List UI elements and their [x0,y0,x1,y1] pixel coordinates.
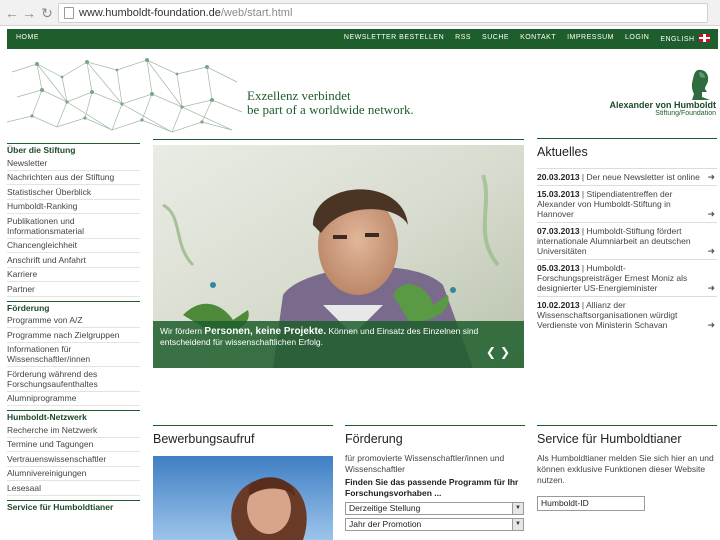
hero-divider [153,139,524,140]
news-item[interactable]: 15.03.2013 | Stipendiatentreffen der Ale… [537,185,717,222]
nav-home[interactable]: HOME [16,34,39,41]
url-path: /web/start.html [220,7,293,19]
sidebar-item-trust-scientists[interactable]: Vertrauenswissenschaftler [7,452,140,467]
uk-flag-icon [699,34,710,42]
sidebar-item-address[interactable]: Anschrift und Anfahrt [7,253,140,268]
doctorate-year-select[interactable]: Jahr der Promotion ▼ [345,518,524,531]
tagline-line2: be part of a worldwide network. [247,102,414,117]
hero-slideshow[interactable]: Wir fördern Personen, keine Projekte. Kö… [153,145,524,368]
nav-english[interactable]: ENGLISH [660,34,710,43]
chevron-down-icon: ▼ [512,519,523,530]
sidebar-item-programs-target[interactable]: Programme nach Zielgruppen [7,328,140,343]
sidebar-item-alumni-programs[interactable]: Alumniprogramme [7,392,140,406]
hero-caption-prefix: Wir fördern [160,326,205,336]
foundation-logo[interactable]: Alexander von Humboldt Stiftung/Foundati… [596,68,716,117]
sidebar-item-info-scientists[interactable]: Informationen für Wissenschaftler/innen [7,343,140,367]
sidebar-item-statistics[interactable]: Statistischer Überblick [7,185,140,200]
position-select-value: Derzeitige Stellung [349,503,421,513]
news-date: 10.02.2013 [537,300,580,310]
chevron-down-icon: ▼ [512,503,523,514]
arrow-right-icon[interactable]: ➜ [707,209,715,219]
nav-newsletter[interactable]: NEWSLETTER BESTELLEN [344,34,444,43]
position-select[interactable]: Derzeitige Stellung ▼ [345,502,524,515]
hero-caption: Wir fördern Personen, keine Projekte. Kö… [153,321,524,368]
prev-slide-icon[interactable]: ❮ [486,345,500,359]
sidebar-item-partner[interactable]: Partner [7,282,140,297]
news-date: 15.03.2013 [537,189,580,199]
header-banner: Exzellenz verbindet be part of a worldwi… [7,52,718,136]
page-icon [64,7,74,19]
service-text: Als Humboldtianer melden Sie sich hier a… [537,453,714,485]
back-icon[interactable]: ← [3,4,21,22]
sidebar-item-publications[interactable]: Publikationen und Informationsmaterial [7,214,140,239]
arrow-right-icon[interactable]: ➜ [707,172,715,182]
sidebar-item-news[interactable]: Nachrichten aus der Stiftung [7,171,140,185]
hero-caption-bold: Personen, keine Projekte. [204,326,327,337]
news-item[interactable]: 20.03.2013 | Der neue Newsletter ist onl… [537,168,717,185]
top-navigation: HOME NEWSLETTER BESTELLEN RSS SUCHE KONT… [7,29,718,49]
news-item[interactable]: 07.03.2013 | Humboldt-Stiftung fördert i… [537,222,717,259]
application-call-photo[interactable] [153,456,333,540]
sidebar-item-ranking[interactable]: Humboldt-Ranking [7,200,140,214]
news-date: 07.03.2013 [537,226,580,236]
news-item[interactable]: 10.02.2013 | Allianz der Wissenschaftsor… [537,296,717,333]
nav-rss[interactable]: RSS [455,34,471,43]
service-title[interactable]: Service für Humboldtianer [537,425,717,453]
news-title: Aktuelles [537,138,717,168]
news-item[interactable]: 05.03.2013 | Humboldt-Forschungspreisträ… [537,259,717,296]
doctorate-year-value: Jahr der Promotion [349,519,422,529]
sidebar-head-stiftung[interactable]: Über die Stiftung [7,143,140,156]
funding-prompt: Finden Sie das passende Programm für Ihr… [345,477,519,498]
sidebar-item-events[interactable]: Termine und Tagungen [7,438,140,452]
tagline-line1: Exzellenz verbindet [247,88,351,103]
reload-icon[interactable]: ↻ [38,4,56,22]
humboldt-id-input[interactable]: Humboldt-ID [537,496,645,511]
arrow-right-icon[interactable]: ➜ [707,320,715,330]
url-domain: www.humboldt-foundation.de [79,7,221,19]
woman-photo [153,456,333,540]
news-text: | Der neue Newsletter ist online [579,172,700,182]
nav-login[interactable]: LOGIN [625,34,649,43]
sidebar-item-career[interactable]: Karriere [7,268,140,282]
sidebar-head-service[interactable]: Service für Humboldtianer [7,499,140,513]
news-date: 20.03.2013 [537,172,580,182]
address-bar[interactable]: www.humboldt-foundation.de/web/start.htm… [58,3,708,23]
tagline: Exzellenz verbindet be part of a worldwi… [247,89,414,117]
sidebar-item-newsletter[interactable]: Newsletter [7,156,140,171]
nav-contact[interactable]: KONTAKT [520,34,556,43]
arrow-right-icon[interactable]: ➜ [707,283,715,293]
humboldt-head-icon [691,69,710,100]
application-call-section: Bewerbungsaufruf [153,425,333,453]
sidebar-head-foerderung[interactable]: Förderung [7,300,140,314]
sidebar: Über die Stiftung Newsletter Nachrichten… [7,143,140,513]
sidebar-item-programs-az[interactable]: Programme von A/Z [7,314,140,328]
sidebar-head-network[interactable]: Humboldt-Netzwerk [7,410,140,423]
slideshow-controls: ❮❯ [486,345,514,359]
news-date: 05.03.2013 [537,263,580,273]
nav-imprint[interactable]: IMPRESSUM [567,34,614,43]
funding-title[interactable]: Förderung [345,425,525,453]
logo-subtitle: Stiftung/Foundation [655,110,716,117]
sidebar-item-reading-room[interactable]: Lesesaal [7,481,140,496]
forward-icon[interactable]: → [20,4,38,22]
application-call-title[interactable]: Bewerbungsaufruf [153,425,333,453]
funding-section: Förderung für promovierte Wissenschaftle… [345,425,525,531]
browser-toolbar: ← → ↻ www.humboldt-foundation.de/web/sta… [0,0,720,26]
nav-search[interactable]: SUCHE [482,34,509,43]
sidebar-item-alumni-associations[interactable]: Alumnivereinigungen [7,467,140,481]
sidebar-item-equality[interactable]: Chancengleichheit [7,239,140,253]
arrow-right-icon[interactable]: ➜ [707,246,715,256]
nav-english-label: ENGLISH [660,36,695,43]
service-section: Service für Humboldtianer Als Humboldtia… [537,425,717,511]
logo-name: Alexander von Humboldt [609,100,716,110]
sidebar-item-network-search[interactable]: Recherche im Netzwerk [7,423,140,438]
network-graphic [7,58,243,133]
news-panel: Aktuelles 20.03.2013 | Der neue Newslett… [537,138,717,333]
sidebar-item-funding-stay[interactable]: Förderung während des Forschungsaufentha… [7,367,140,392]
funding-text: für promovierte Wissenschaftler/innen un… [345,453,505,474]
next-slide-icon[interactable]: ❯ [500,345,514,359]
